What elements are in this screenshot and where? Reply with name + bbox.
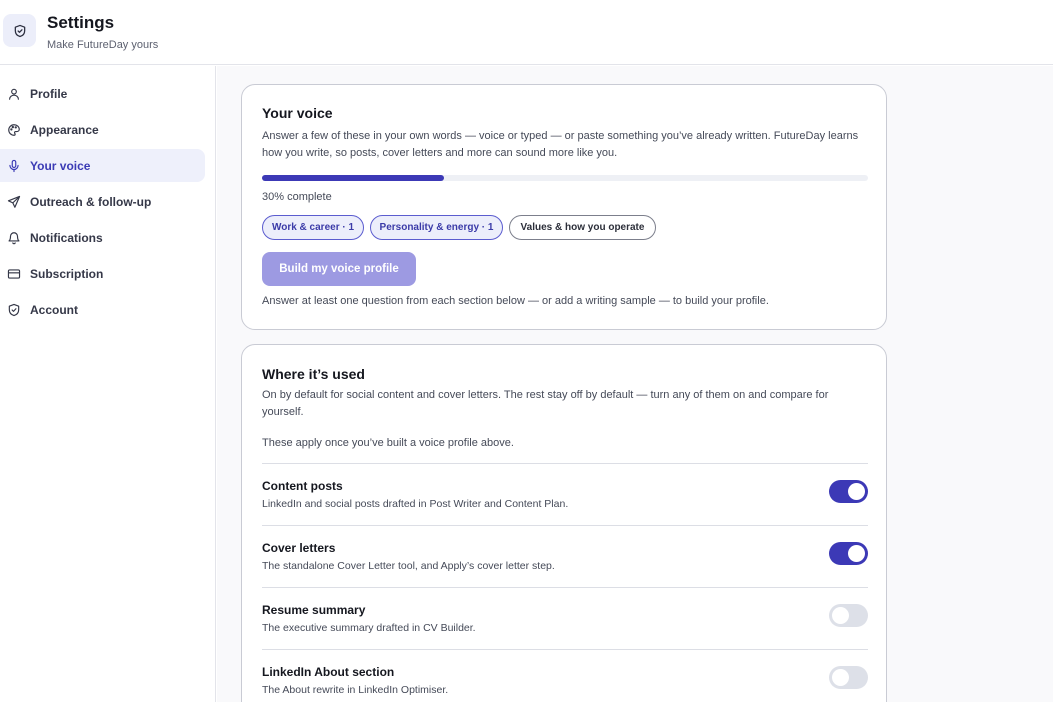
send-icon bbox=[7, 195, 21, 209]
usage-row-title: Cover letters bbox=[262, 541, 336, 555]
page-title: Settings bbox=[47, 13, 115, 32]
shield-icon bbox=[14, 24, 25, 37]
sidebar-item-subscription[interactable]: Subscription bbox=[0, 257, 205, 290]
settings-badge bbox=[3, 14, 36, 47]
toggle-knob bbox=[848, 545, 865, 562]
app-header: Settings Make FutureDay yours bbox=[0, 0, 1053, 65]
where-its-used-card: Where it’s used On by default for social… bbox=[241, 344, 887, 702]
chip-work-career[interactable]: Work & career · 1 bbox=[262, 215, 364, 240]
sidebar-item-profile[interactable]: Profile bbox=[0, 77, 205, 110]
your-voice-title: Your voice bbox=[262, 105, 333, 121]
bell-icon bbox=[7, 231, 21, 245]
where-its-used-note: These apply once you’ve built a voice pr… bbox=[262, 437, 514, 449]
build-voice-profile-button[interactable]: Build my voice profile bbox=[262, 252, 416, 286]
usage-row-linkedin-about: LinkedIn About section The About rewrite… bbox=[262, 649, 868, 702]
sidebar-item-label: Profile bbox=[30, 86, 68, 101]
page-subtitle: Make FutureDay yours bbox=[47, 39, 159, 51]
sidebar-item-notifications[interactable]: Notifications bbox=[0, 221, 205, 254]
resume-summary-toggle[interactable] bbox=[829, 604, 868, 627]
sidebar-item-appearance[interactable]: Appearance bbox=[0, 113, 205, 146]
usage-row-content-posts: Content posts LinkedIn and social posts … bbox=[262, 463, 868, 525]
usage-row-cover-letters: Cover letters The standalone Cover Lette… bbox=[262, 525, 868, 587]
where-its-used-description: On by default for social content and cov… bbox=[262, 389, 829, 418]
usage-row-title: Resume summary bbox=[262, 603, 366, 617]
usage-row-resume-summary: Resume summary The executive summary dra… bbox=[262, 587, 868, 649]
voice-progress-bar bbox=[262, 175, 868, 181]
sidebar-item-outreach[interactable]: Outreach & follow-up bbox=[0, 185, 205, 218]
palette-icon bbox=[7, 123, 21, 137]
toggle-knob bbox=[832, 607, 849, 624]
main-content: Your voice Answer a few of these in your… bbox=[217, 66, 1053, 702]
usage-row-title: LinkedIn About section bbox=[262, 665, 395, 679]
build-profile-hint: Answer at least one question from each s… bbox=[262, 295, 769, 307]
usage-row-title: Content posts bbox=[262, 479, 343, 493]
where-its-used-title: Where it’s used bbox=[262, 366, 365, 382]
user-icon bbox=[7, 87, 21, 101]
sidebar-item-label: Subscription bbox=[30, 266, 104, 281]
sidebar-item-label: Appearance bbox=[30, 122, 99, 137]
linkedin-about-toggle[interactable] bbox=[829, 666, 868, 689]
voice-progress-label: 30% complete bbox=[262, 191, 332, 203]
sidebar-item-label: Your voice bbox=[30, 158, 91, 173]
usage-row-description: The standalone Cover Letter tool, and Ap… bbox=[262, 560, 555, 572]
credit-card-icon bbox=[7, 267, 21, 281]
cover-letters-toggle[interactable] bbox=[829, 542, 868, 565]
sidebar-item-your-voice[interactable]: Your voice bbox=[0, 149, 205, 182]
chip-values-how-you-operate[interactable]: Values & how you operate bbox=[509, 215, 656, 240]
toggle-knob bbox=[832, 669, 849, 686]
your-voice-description: Answer a few of these in your own words … bbox=[262, 130, 859, 159]
microphone-icon bbox=[7, 159, 21, 173]
toggle-knob bbox=[848, 483, 865, 500]
settings-sidebar: Profile Appearance Your voice Outreach &… bbox=[0, 66, 216, 702]
usage-row-description: The executive summary drafted in CV Buil… bbox=[262, 622, 476, 634]
content-posts-toggle[interactable] bbox=[829, 480, 868, 503]
chip-personality-energy[interactable]: Personality & energy · 1 bbox=[370, 215, 503, 240]
shield-icon bbox=[7, 303, 21, 317]
sidebar-item-label: Outreach & follow-up bbox=[30, 194, 152, 209]
sidebar-item-label: Account bbox=[30, 302, 78, 317]
usage-row-description: LinkedIn and social posts drafted in Pos… bbox=[262, 498, 569, 510]
voice-progress-fill bbox=[262, 175, 444, 181]
sidebar-item-account[interactable]: Account bbox=[0, 293, 205, 326]
usage-row-description: The About rewrite in LinkedIn Optimiser. bbox=[262, 684, 449, 696]
your-voice-card: Your voice Answer a few of these in your… bbox=[241, 84, 887, 330]
sidebar-item-label: Notifications bbox=[30, 230, 103, 245]
